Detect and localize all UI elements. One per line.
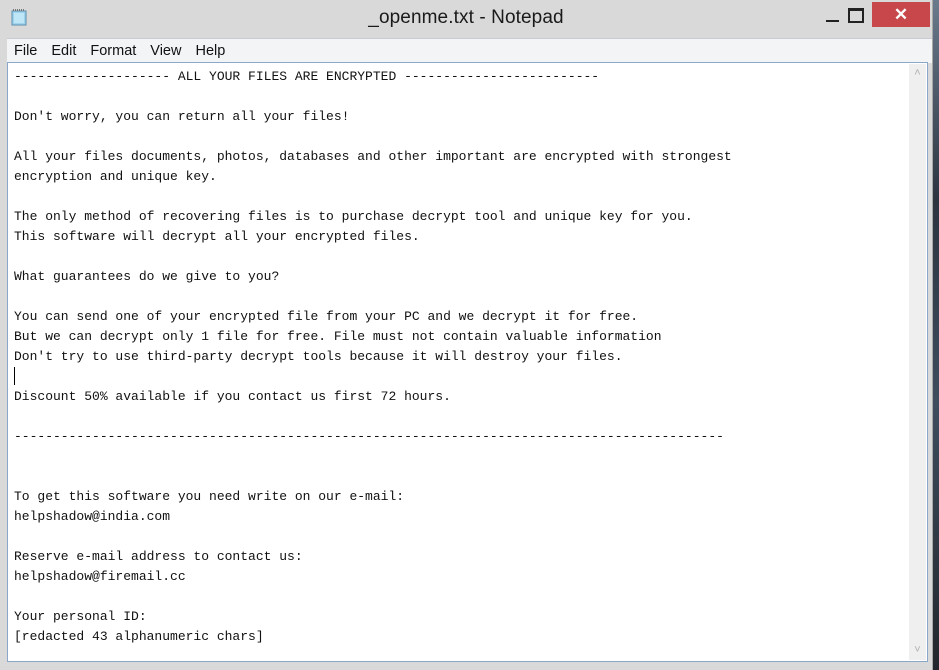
- close-button[interactable]: ✕: [872, 2, 930, 27]
- scroll-down-icon[interactable]: ˅: [909, 642, 926, 659]
- menu-file[interactable]: File: [7, 40, 44, 62]
- text-line: You can send one of your encrypted file …: [14, 309, 639, 324]
- desktop-background: [933, 0, 939, 670]
- notepad-window: _openme.txt - Notepad ✕ File Edit Format…: [0, 0, 933, 670]
- text-line: [14, 467, 904, 487]
- window-bottom-border: [0, 662, 932, 670]
- text-caret: [14, 366, 15, 385]
- text-line: Your personal ID:: [14, 609, 147, 624]
- text-line: Discount 50% available if you contact us…: [14, 389, 451, 404]
- text-line: -------------------- ALL YOUR FILES ARE …: [14, 69, 600, 84]
- text-line: [14, 366, 904, 387]
- text-line: helpshadow@india.com: [14, 509, 171, 524]
- menu-view[interactable]: View: [143, 40, 188, 62]
- text-line: This software will decrypt all your encr…: [14, 229, 420, 244]
- text-line: ----------------------------------------…: [14, 429, 724, 444]
- text-line: To get this software you need write on o…: [14, 489, 405, 504]
- text-line: [14, 407, 904, 427]
- text-line: [14, 287, 904, 307]
- menu-bar: File Edit Format View Help: [7, 38, 932, 63]
- text-line: encryption and unique key.: [14, 169, 217, 184]
- menu-help[interactable]: Help: [188, 40, 232, 62]
- title-bar[interactable]: _openme.txt - Notepad ✕: [0, 0, 932, 38]
- text-line: [14, 187, 904, 207]
- window-title: _openme.txt - Notepad: [368, 7, 564, 28]
- text-line: [14, 87, 904, 107]
- vertical-scrollbar[interactable]: ˄ ˅: [909, 64, 926, 660]
- menu-format[interactable]: Format: [83, 40, 143, 62]
- text-line: [14, 127, 904, 147]
- maximize-button[interactable]: [843, 2, 873, 27]
- menu-edit[interactable]: Edit: [44, 40, 83, 62]
- text-line: [14, 527, 904, 547]
- text-line: [14, 247, 904, 267]
- text-line: Don't worry, you can return all your fil…: [14, 109, 350, 124]
- text-editor[interactable]: -------------------- ALL YOUR FILES ARE …: [7, 62, 928, 662]
- text-line: But we can decrypt only 1 file for free.…: [14, 329, 662, 344]
- text-line: All your files documents, photos, databa…: [14, 149, 732, 164]
- scroll-up-icon[interactable]: ˄: [909, 65, 926, 82]
- text-line: helpshadow@firemail.cc: [14, 569, 186, 584]
- text-line: [14, 447, 904, 467]
- text-line: The only method of recovering files is t…: [14, 209, 693, 224]
- text-line: What guarantees do we give to you?: [14, 269, 280, 284]
- document-text[interactable]: -------------------- ALL YOUR FILES ARE …: [14, 67, 904, 657]
- text-line: [14, 587, 904, 607]
- text-line: Don't try to use third-party decrypt too…: [14, 349, 623, 364]
- close-icon: ✕: [893, 5, 909, 24]
- text-line: Reserve e-mail address to contact us:: [14, 549, 303, 564]
- text-line: [redacted 43 alphanumeric chars]: [14, 629, 264, 644]
